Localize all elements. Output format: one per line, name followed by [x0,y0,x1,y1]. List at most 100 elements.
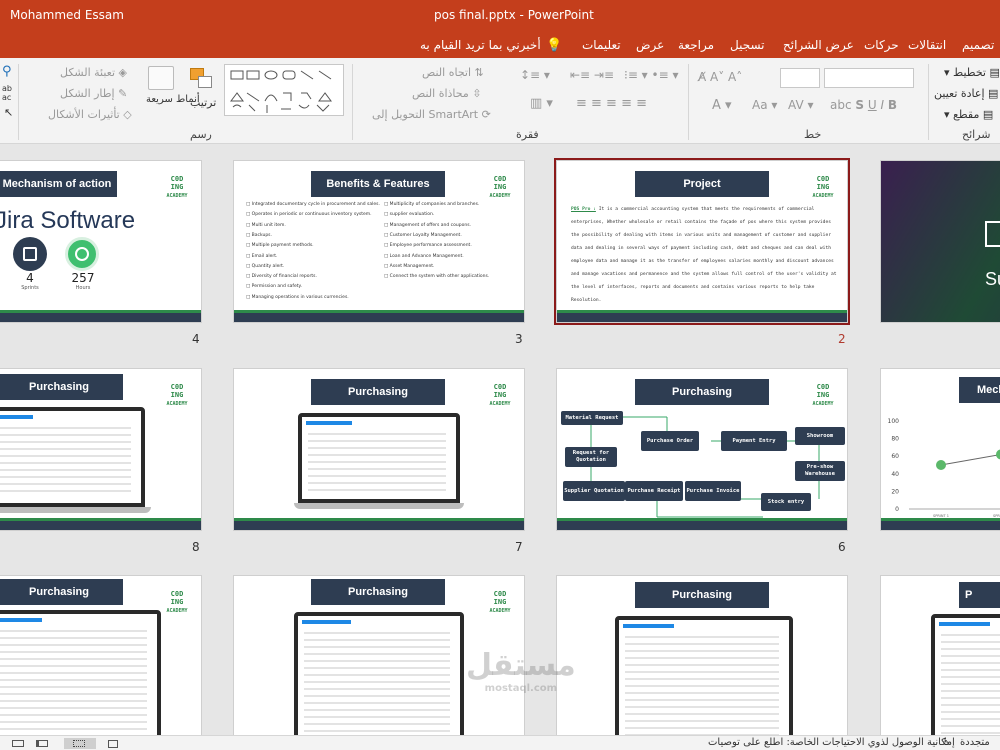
slide-thumbnail-1[interactable]: Su [880,160,1000,323]
align-text-button[interactable]: محاذاة النص ⇳ [412,87,481,100]
shapes-gallery-icons [230,70,332,113]
slide-thumbnail-10[interactable]: Purchasing [556,575,848,735]
benefit-item: □ Managing operations in various currenc… [246,294,349,300]
shapes-gallery[interactable] [224,64,344,116]
benefit-item: □ Employee performance assessment. [384,243,472,249]
replace-icon[interactable]: ab ac [2,84,12,102]
screenshot-table-row [625,685,779,687]
tab-help[interactable]: تعليمات [582,38,621,52]
slide-thumbnail-2[interactable]: Project C0D ING ACADEMY POS Pro : It is a … [554,158,850,325]
format-icons[interactable]: abc S U I B [830,98,897,112]
slide-thumbnail-5[interactable]: Mech 100806040200SPRINT 1SPRINT 2 [880,368,1000,531]
screenshot-table-row [308,440,446,442]
shape-outline-button[interactable]: إطار الشكل ✎ [60,87,127,100]
arrange-button[interactable]: ترتيب [190,96,216,109]
tab-record[interactable]: تسجيل [730,38,765,52]
indent-icons[interactable]: ⇤≡ ⇥≡ [570,68,614,82]
tell-me-box[interactable]: أخبرني بما تريد القيام به [420,38,541,52]
flow-node-purchase-order: Purchase Order [641,431,699,451]
convert-smartart-button[interactable]: التحويل إلى SmartArt ⟳ [372,108,491,121]
clear-format-icon[interactable]: A̸ A˅ A˄ [698,70,742,84]
coding-academy-logo: C0D ING ACADEMY [166,383,188,407]
reading-view-icon[interactable] [106,738,122,749]
quick-styles-icon[interactable] [148,66,174,90]
slide-thumbnail-7[interactable]: Purchasing C0D ING ACADEMY [233,368,525,531]
screenshot-table-row [0,427,131,429]
y-tick-label: 100 [888,418,900,425]
shape-effects-button[interactable]: تأثيرات الأشكال ◇ [48,108,132,121]
flow-node-payment-entry: Payment Entry [721,431,787,451]
slide-thumbnail-9[interactable]: P [880,575,1000,735]
layout-button[interactable]: ▾ تخطيط ▤ [944,66,1000,79]
series-line [940,454,1000,466]
accessibility-status[interactable]: إمكانية الوصول لذوي الاحتياجات الخاصة: ا… [708,737,955,748]
flow-node-material-request: Material Request [561,411,623,425]
slide-title: Project [635,171,769,197]
benefit-item: □ Multi unit item. [246,222,286,228]
screenshot-table-row [304,653,450,655]
char-spacing-icon[interactable]: AV ▾ [788,98,814,112]
slide-number: 3 [515,332,523,346]
screenshot-table-row [308,461,446,463]
logo-frame [985,221,1000,247]
drawing-group-label: رسم [190,128,212,141]
slide-title: Purchasing [311,379,445,405]
slide-title: Mechanism of action [0,171,117,197]
slide-thumbnail-12[interactable]: Purchasing C0D ING ACADEMY [0,575,202,735]
change-case-icon[interactable]: Aa ▾ [752,98,777,112]
screenshot-table-row [308,447,446,449]
slide-thumbnail-3[interactable]: Benefits & Features C0D ING ACADEMY □ Inte… [233,160,525,323]
select-icon[interactable]: ↖ [4,106,13,119]
normal-view-icon[interactable] [10,738,26,749]
tab-review[interactable]: مراجعة [678,38,714,52]
screenshot-table-row [625,706,779,708]
screenshot-table-row [304,646,450,648]
section-button[interactable]: ▾ مقطع ▤ [944,108,993,121]
flow-node-purchase-receipt: Purchase Receipt [625,481,683,501]
screenshot-table-row [0,707,147,709]
outline-view-icon[interactable] [34,738,50,749]
benefit-item: □ supplier evaluation. [384,212,435,218]
tab-animations[interactable]: حركات [864,38,899,52]
screenshot-table-row [0,476,131,478]
columns-icon[interactable]: ▥ ▾ [530,96,553,111]
screenshot-table-row [625,713,779,715]
tab-slideshow[interactable]: عرض الشرائح [783,38,854,52]
user-name[interactable]: Mohammed Essam [10,8,124,22]
shape-fill-button[interactable]: تعبئة الشكل ◈ [60,66,127,79]
arrange-icon[interactable] [190,68,214,90]
slide-thumbnail-8[interactable]: Purchasing C0D ING ACADEMY [0,368,202,531]
slide-thumbnail-6[interactable]: Purchasing C0D ING ACADEMY Material Reques… [556,368,848,531]
screenshot-table-row [625,643,779,645]
font-size-box[interactable] [780,68,820,88]
hours-icon [65,237,99,271]
slide-number: 6 [838,540,846,554]
bullets-icons[interactable]: ⁝≡ ▾ •≡ ▾ [624,68,679,82]
screenshot-table-row [0,644,147,646]
jira-heading: Jira Software [0,207,136,234]
reset-button[interactable]: إعادة تعيين ▤ [934,87,998,100]
sprints-label: Sprints [21,285,39,291]
benefit-item: □ Integrated documentary cycle in procur… [246,202,380,207]
screenshot-table-row [0,728,147,730]
tab-view[interactable]: عرض [636,38,664,52]
tab-transitions[interactable]: انتقالات [908,38,946,52]
font-name-box[interactable] [824,68,914,88]
slide-sorter-icon[interactable] [64,738,96,749]
line-spacing-icon[interactable]: ↕≡ ▾ [520,68,550,82]
screenshot-table-row [308,482,446,484]
slide-thumbnail-4[interactable]: Mechanism of action C0D ING ACADEMY Jira S… [0,160,202,323]
screenshot-table-row [0,700,147,702]
screenshot-table-row [304,716,450,718]
tab-design[interactable]: تصميم [962,38,994,52]
slide-title: Purchasing [0,374,123,400]
coding-academy-logo: C0D ING ACADEMY [489,175,511,199]
text-direction-button[interactable]: اتجاه النص ⇅ [422,66,484,79]
find-icon[interactable]: ⚲ [2,64,12,79]
screenshot-table-row [304,688,450,690]
font-color-icon[interactable]: A ▾ [712,98,732,113]
align-icons[interactable]: ≡ ≡ ≡ ≡ ≡ [576,96,647,111]
screenshot-table-row [308,433,446,435]
status-tail: متجددة [960,737,990,748]
sprints-value: 4 [26,271,34,285]
